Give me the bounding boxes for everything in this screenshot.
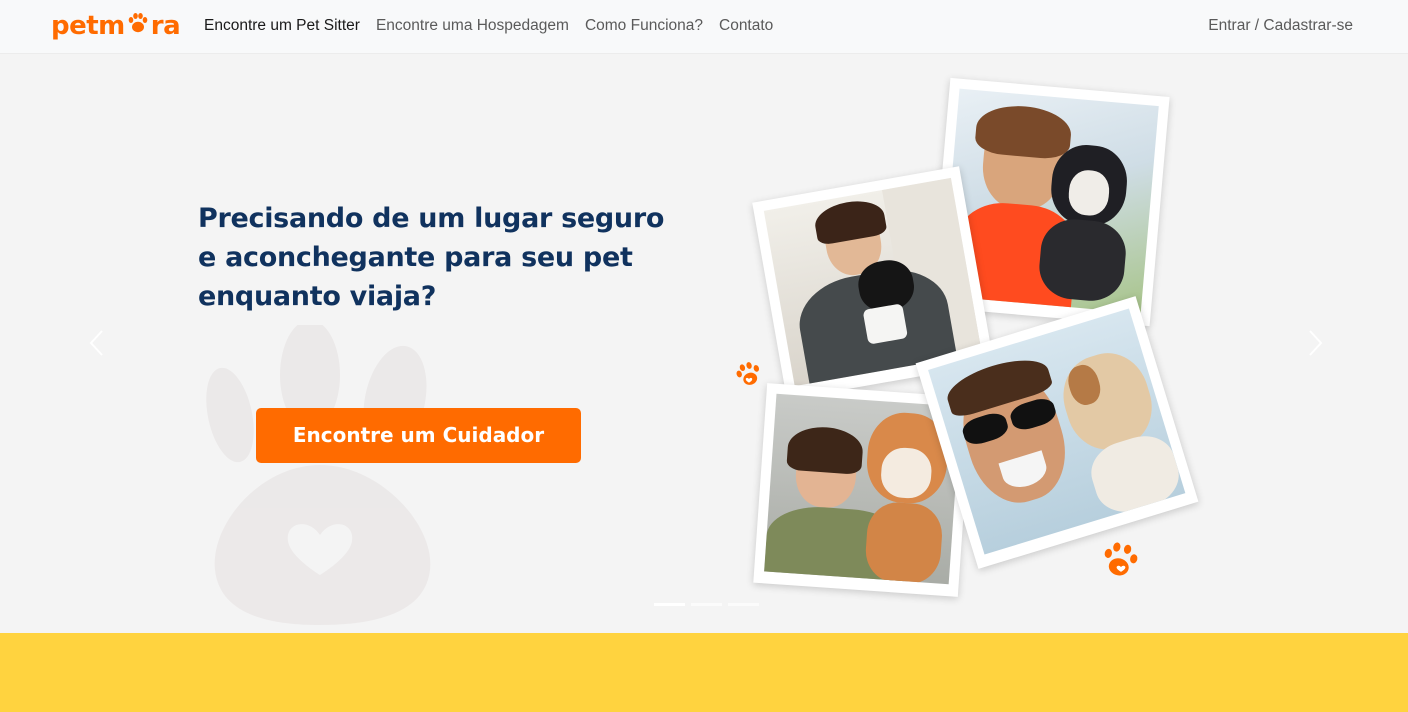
main-nav: Encontre um Pet Sitter Encontre uma Hosp… [204, 17, 789, 35]
background-paw-icon [206, 325, 431, 625]
orange-paw-icon-small [736, 362, 760, 385]
nav-como-funciona[interactable]: Como Funciona? [585, 17, 703, 35]
carousel-indicator-1[interactable] [654, 603, 685, 606]
nav-hospedagem[interactable]: Encontre uma Hospedagem [376, 17, 569, 35]
chevron-left-icon [89, 330, 103, 356]
find-caregiver-button[interactable]: Encontre um Cuidador [256, 408, 581, 463]
carousel-next-button[interactable] [1300, 325, 1330, 361]
chevron-right-icon [1309, 330, 1323, 356]
navbar: petm ra Encontre um Pet Sitter Encontre … [0, 0, 1408, 54]
headline-line-1: Precisando de um lugar seguro [198, 203, 665, 234]
nav-contato[interactable]: Contato [719, 17, 773, 35]
paw-logo-icon [126, 11, 150, 33]
hero-headline: Precisando de um lugar seguro e aconcheg… [198, 199, 718, 316]
login-signup-link[interactable]: Entrar / Cadastrar-se [1208, 17, 1353, 35]
carousel-indicator-2[interactable] [691, 603, 722, 606]
orange-paw-icon-large [1104, 542, 1138, 576]
carousel-prev-button[interactable] [82, 325, 112, 361]
carousel-indicators [654, 603, 759, 606]
logo-text-right: ra [150, 11, 181, 41]
headline-line-2: e aconchegante para seu pet [198, 242, 633, 273]
carousel-indicator-3[interactable] [728, 603, 759, 606]
hero-carousel: Precisando de um lugar seguro e aconcheg… [0, 55, 1408, 633]
petmora-logo[interactable]: petm ra [51, 11, 181, 43]
headline-line-3: enquanto viaja? [198, 281, 437, 312]
yellow-section [0, 633, 1408, 712]
logo-text-left: petm [51, 11, 125, 41]
nav-pet-sitter[interactable]: Encontre um Pet Sitter [204, 17, 360, 35]
